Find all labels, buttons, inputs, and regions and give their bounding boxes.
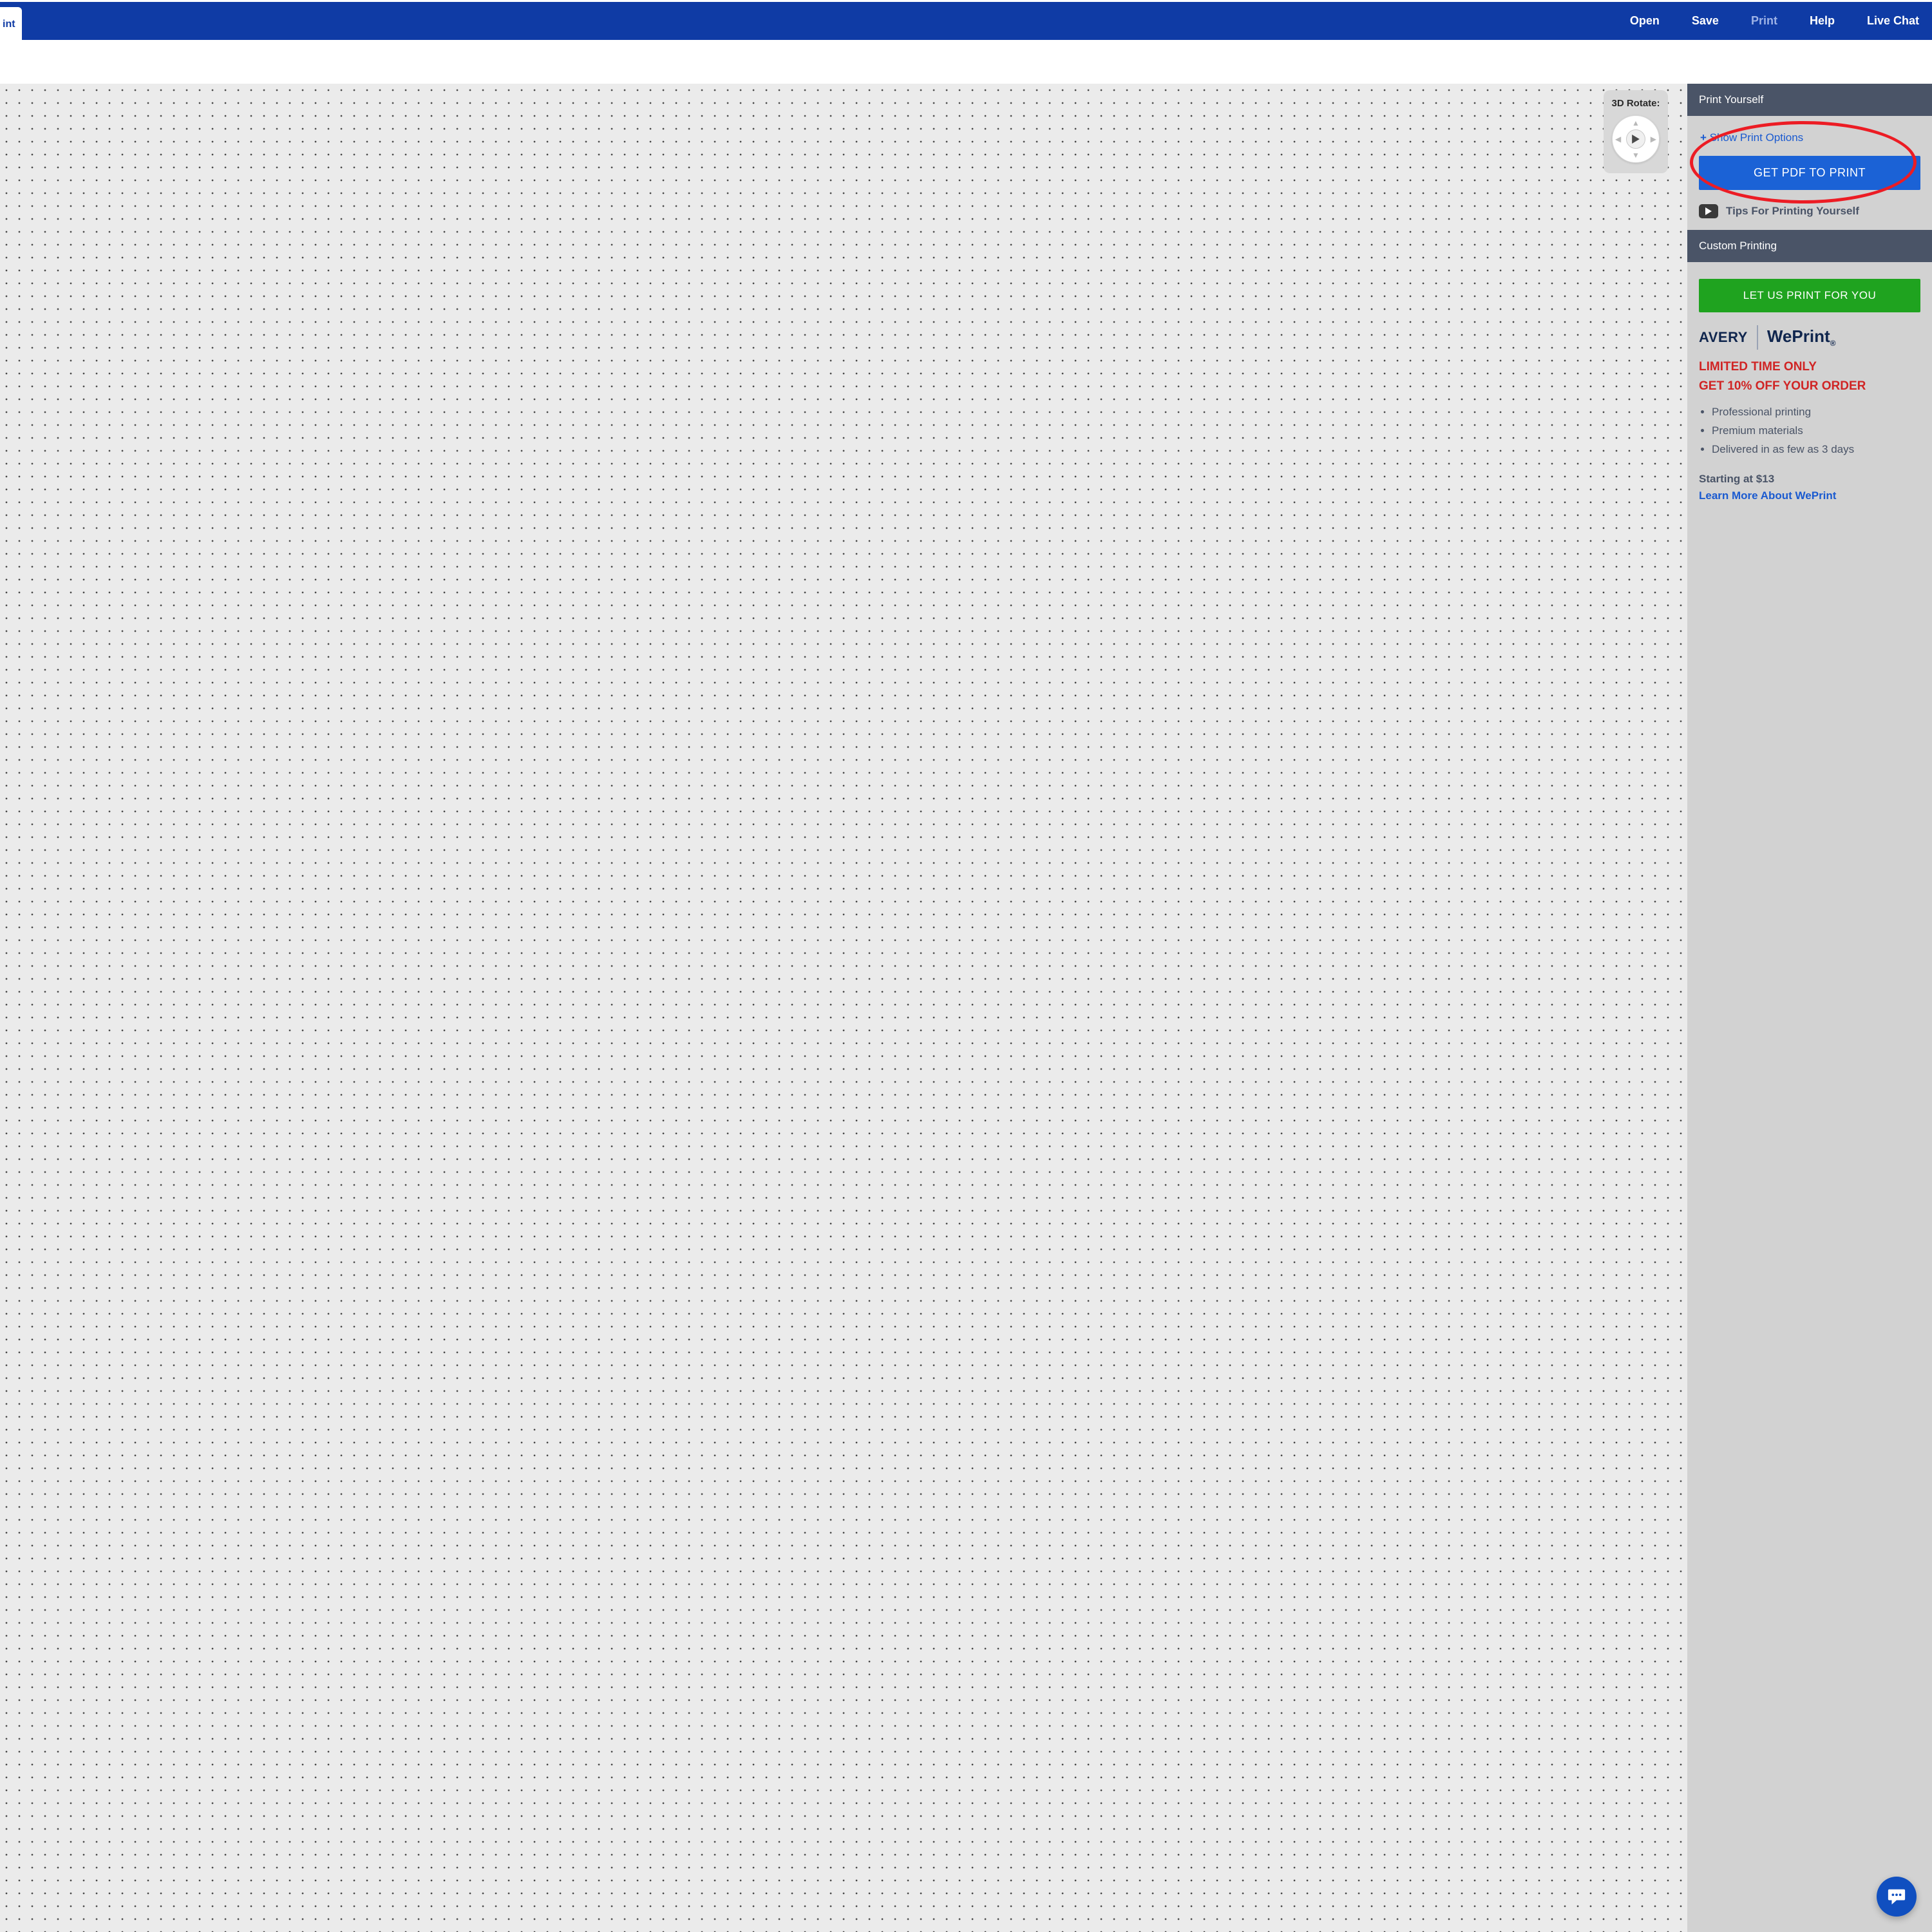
toolbar-strip — [0, 40, 1932, 84]
chat-fab[interactable] — [1877, 1877, 1917, 1917]
show-print-options-link[interactable]: + Show Print Options — [1700, 131, 1803, 144]
topbar-right: Open Save Print Help Live Chat — [1630, 2, 1919, 40]
rotate-right-icon[interactable]: ▶ — [1651, 135, 1656, 144]
nav-print[interactable]: Print — [1751, 14, 1777, 28]
tips-row[interactable]: Tips For Printing Yourself — [1699, 204, 1920, 218]
get-pdf-button[interactable]: GET PDF TO PRINT — [1699, 156, 1920, 190]
section-header-custom-printing: Custom Printing — [1687, 230, 1932, 262]
tips-label: Tips For Printing Yourself — [1726, 205, 1859, 218]
rotate-left-icon[interactable]: ◀ — [1615, 135, 1621, 144]
content-row: 3D Rotate: ▲ ▼ ◀ ▶ Print Yourself + Show… — [0, 84, 1932, 1932]
video-icon — [1699, 204, 1718, 218]
avery-logo: AVERY — [1699, 329, 1748, 346]
rotate-label: 3D Rotate: — [1609, 98, 1663, 109]
bullet-item: Professional printing — [1712, 403, 1920, 422]
section-header-print-yourself: Print Yourself — [1687, 84, 1932, 116]
learn-more-link[interactable]: Learn More About WePrint — [1699, 489, 1836, 502]
weprint-logo: AVERY WePrint® — [1699, 325, 1920, 350]
nav-help[interactable]: Help — [1810, 14, 1835, 28]
rotate-widget: 3D Rotate: ▲ ▼ ◀ ▶ — [1604, 90, 1668, 173]
weprint-bullets: Professional printing Premium materials … — [1712, 403, 1920, 459]
bullet-item: Premium materials — [1712, 422, 1920, 440]
weprint-wordmark: WePrint® — [1767, 327, 1836, 348]
rotate-up-icon[interactable]: ▲ — [1632, 118, 1640, 128]
rotate-play-button[interactable] — [1626, 129, 1645, 149]
chat-icon — [1887, 1887, 1906, 1906]
section-body-custom-printing: LET US PRINT FOR YOU AVERY WePrint® LIMI… — [1687, 262, 1932, 514]
tab-print[interactable]: int — [0, 7, 22, 40]
nav-live-chat[interactable]: Live Chat — [1867, 14, 1919, 28]
section-body-print-yourself: + Show Print Options GET PDF TO PRINT Ti… — [1687, 116, 1932, 230]
top-bar: int Open Save Print Help Live Chat — [0, 2, 1932, 40]
side-panel: Print Yourself + Show Print Options GET … — [1687, 84, 1932, 1932]
design-canvas[interactable]: 3D Rotate: ▲ ▼ ◀ ▶ — [0, 84, 1687, 1932]
nav-open[interactable]: Open — [1630, 14, 1660, 28]
nav-save[interactable]: Save — [1692, 14, 1719, 28]
starting-price: Starting at $13 — [1699, 473, 1920, 486]
show-print-options-label: Show Print Options — [1710, 131, 1804, 144]
play-icon — [1632, 135, 1640, 144]
bullet-item: Delivered in as few as 3 days — [1712, 440, 1920, 459]
rotate-pad[interactable]: ▲ ▼ ◀ ▶ — [1612, 115, 1660, 163]
promo-line-2: GET 10% OFF YOUR ORDER — [1699, 377, 1920, 396]
plus-icon: + — [1700, 131, 1710, 144]
rotate-down-icon[interactable]: ▼ — [1632, 151, 1640, 160]
promo-line-1: LIMITED TIME ONLY — [1699, 357, 1920, 377]
let-us-print-button[interactable]: LET US PRINT FOR YOU — [1699, 279, 1920, 312]
